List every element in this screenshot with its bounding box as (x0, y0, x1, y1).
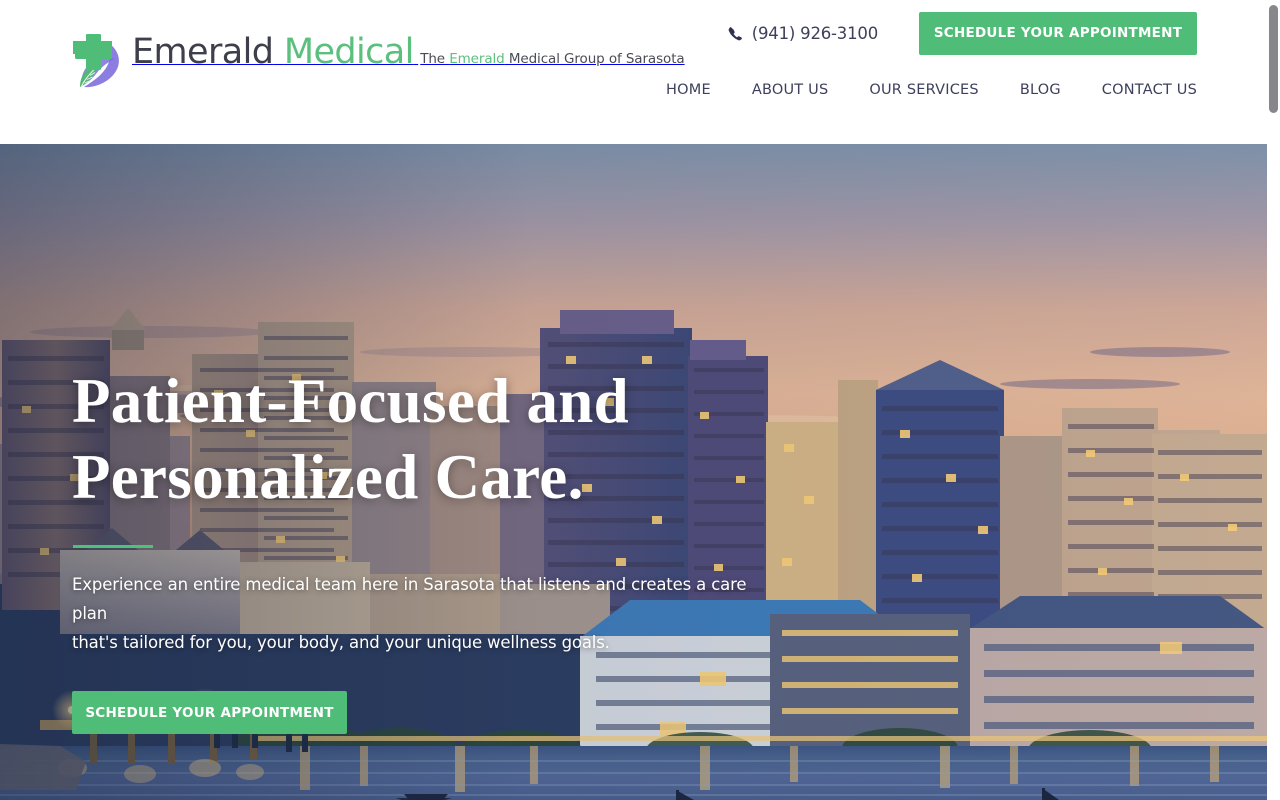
medical-cross-leaf-icon (70, 30, 126, 92)
vertical-scrollbar-track[interactable] (1267, 0, 1280, 800)
tagline-suffix: Medical Group of Sarasota (504, 51, 685, 67)
nav-item-blog[interactable]: BLOG (1020, 76, 1061, 104)
hero-subtitle: Experience an entire medical team here i… (72, 570, 762, 657)
phone-number: (941) 926-3100 (751, 23, 878, 43)
tagline-prefix: The (420, 51, 450, 67)
hero-section: Patient-Focused and Personalized Care. E… (0, 144, 1267, 800)
logo-text: Emerald Medical The Emerald Medical Grou… (132, 30, 685, 72)
phone-icon (728, 26, 743, 41)
main-navigation: HOME ABOUT US OUR SERVICES BLOG CONTACT … (666, 62, 1197, 104)
header-contact-row: (941) 926-3100 SCHEDULE YOUR APPOINTMENT (727, 0, 1197, 62)
site-header: Emerald Medical The Emerald Medical Grou… (0, 0, 1267, 144)
hero-title-line-2: Personalized Care. (72, 442, 584, 512)
nav-item-contact-us[interactable]: CONTACT US (1102, 76, 1197, 104)
hero-schedule-appointment-button[interactable]: SCHEDULE YOUR APPOINTMENT (72, 691, 347, 734)
header-schedule-appointment-button[interactable]: SCHEDULE YOUR APPOINTMENT (919, 11, 1197, 55)
logo-word-emerald: Emerald (132, 32, 274, 72)
logo-word-medical: Medical (283, 32, 414, 72)
hero-subtitle-line-1: Experience an entire medical team here i… (72, 575, 747, 623)
nav-item-our-services[interactable]: OUR SERVICES (869, 76, 978, 104)
page-root: Emerald Medical The Emerald Medical Grou… (0, 0, 1280, 800)
site-logo[interactable]: Emerald Medical The Emerald Medical Grou… (70, 30, 685, 92)
vertical-scrollbar-thumb[interactable] (1269, 5, 1278, 113)
hero-content: Patient-Focused and Personalized Care. E… (72, 363, 792, 734)
nav-item-home[interactable]: HOME (666, 76, 711, 104)
logo-tagline: The Emerald Medical Group of Sarasota (420, 51, 684, 67)
hero-subtitle-line-2: that's tailored for you, your body, and … (72, 633, 610, 652)
hero-divider (73, 545, 153, 548)
tagline-accent: Emerald (449, 51, 505, 67)
nav-item-about-us[interactable]: ABOUT US (752, 76, 829, 104)
logo-wordmark: Emerald Medical (132, 32, 414, 72)
header-right-group: (941) 926-3100 SCHEDULE YOUR APPOINTMENT… (666, 0, 1197, 104)
phone-link[interactable]: (941) 926-3100 (728, 24, 878, 43)
hero-title: Patient-Focused and Personalized Care. (72, 363, 792, 515)
hero-title-line-1: Patient-Focused and (72, 366, 629, 436)
